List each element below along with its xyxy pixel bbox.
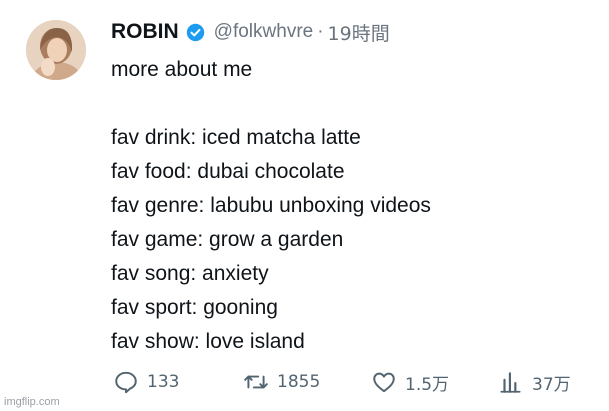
display-name[interactable]: ROBIN bbox=[111, 20, 179, 44]
retweet-icon bbox=[244, 375, 268, 389]
like-button[interactable]: 1.5万 bbox=[371, 367, 449, 397]
views-icon bbox=[500, 372, 521, 393]
views-button[interactable]: 37万 bbox=[498, 367, 571, 397]
tweet-header: ROBIN @folkwhvre · 19時間 bbox=[111, 18, 390, 46]
tweet-text: more about me fav drink: iced matcha lat… bbox=[111, 53, 431, 359]
tweet-line: fav drink: iced matcha latte bbox=[111, 126, 361, 149]
user-handle[interactable]: @folkwhvre bbox=[214, 21, 314, 43]
timestamp[interactable]: 19時間 bbox=[328, 19, 390, 46]
action-bar: 133 1855 1.5万 37万 bbox=[113, 367, 593, 397]
tweet-line: fav food: dubai chocolate bbox=[111, 160, 345, 183]
avatar[interactable] bbox=[26, 20, 86, 80]
tweet-line: more about me bbox=[111, 58, 253, 81]
retweet-count: 1855 bbox=[277, 372, 321, 392]
tweet: ROBIN @folkwhvre · 19時間 more about me fa… bbox=[0, 0, 609, 411]
retweet-button[interactable]: 1855 bbox=[243, 367, 320, 397]
reply-count: 133 bbox=[147, 372, 180, 392]
avatar-image bbox=[26, 20, 86, 80]
verified-badge-icon bbox=[186, 23, 205, 42]
reply-icon bbox=[115, 371, 137, 394]
tweet-line: fav song: anxiety bbox=[111, 262, 269, 285]
tweet-line: fav sport: gooning bbox=[111, 296, 278, 319]
tweet-line: fav show: love island bbox=[111, 330, 305, 353]
separator-dot: · bbox=[317, 21, 324, 42]
like-count: 1.5万 bbox=[405, 374, 450, 395]
views-count: 37万 bbox=[532, 374, 571, 395]
heart-icon bbox=[373, 372, 395, 393]
watermark: imgflip.com bbox=[4, 396, 60, 408]
tweet-line: fav genre: labubu unboxing videos bbox=[111, 194, 431, 217]
tweet-line: fav game: grow a garden bbox=[111, 228, 344, 251]
reply-button[interactable]: 133 bbox=[113, 367, 179, 397]
